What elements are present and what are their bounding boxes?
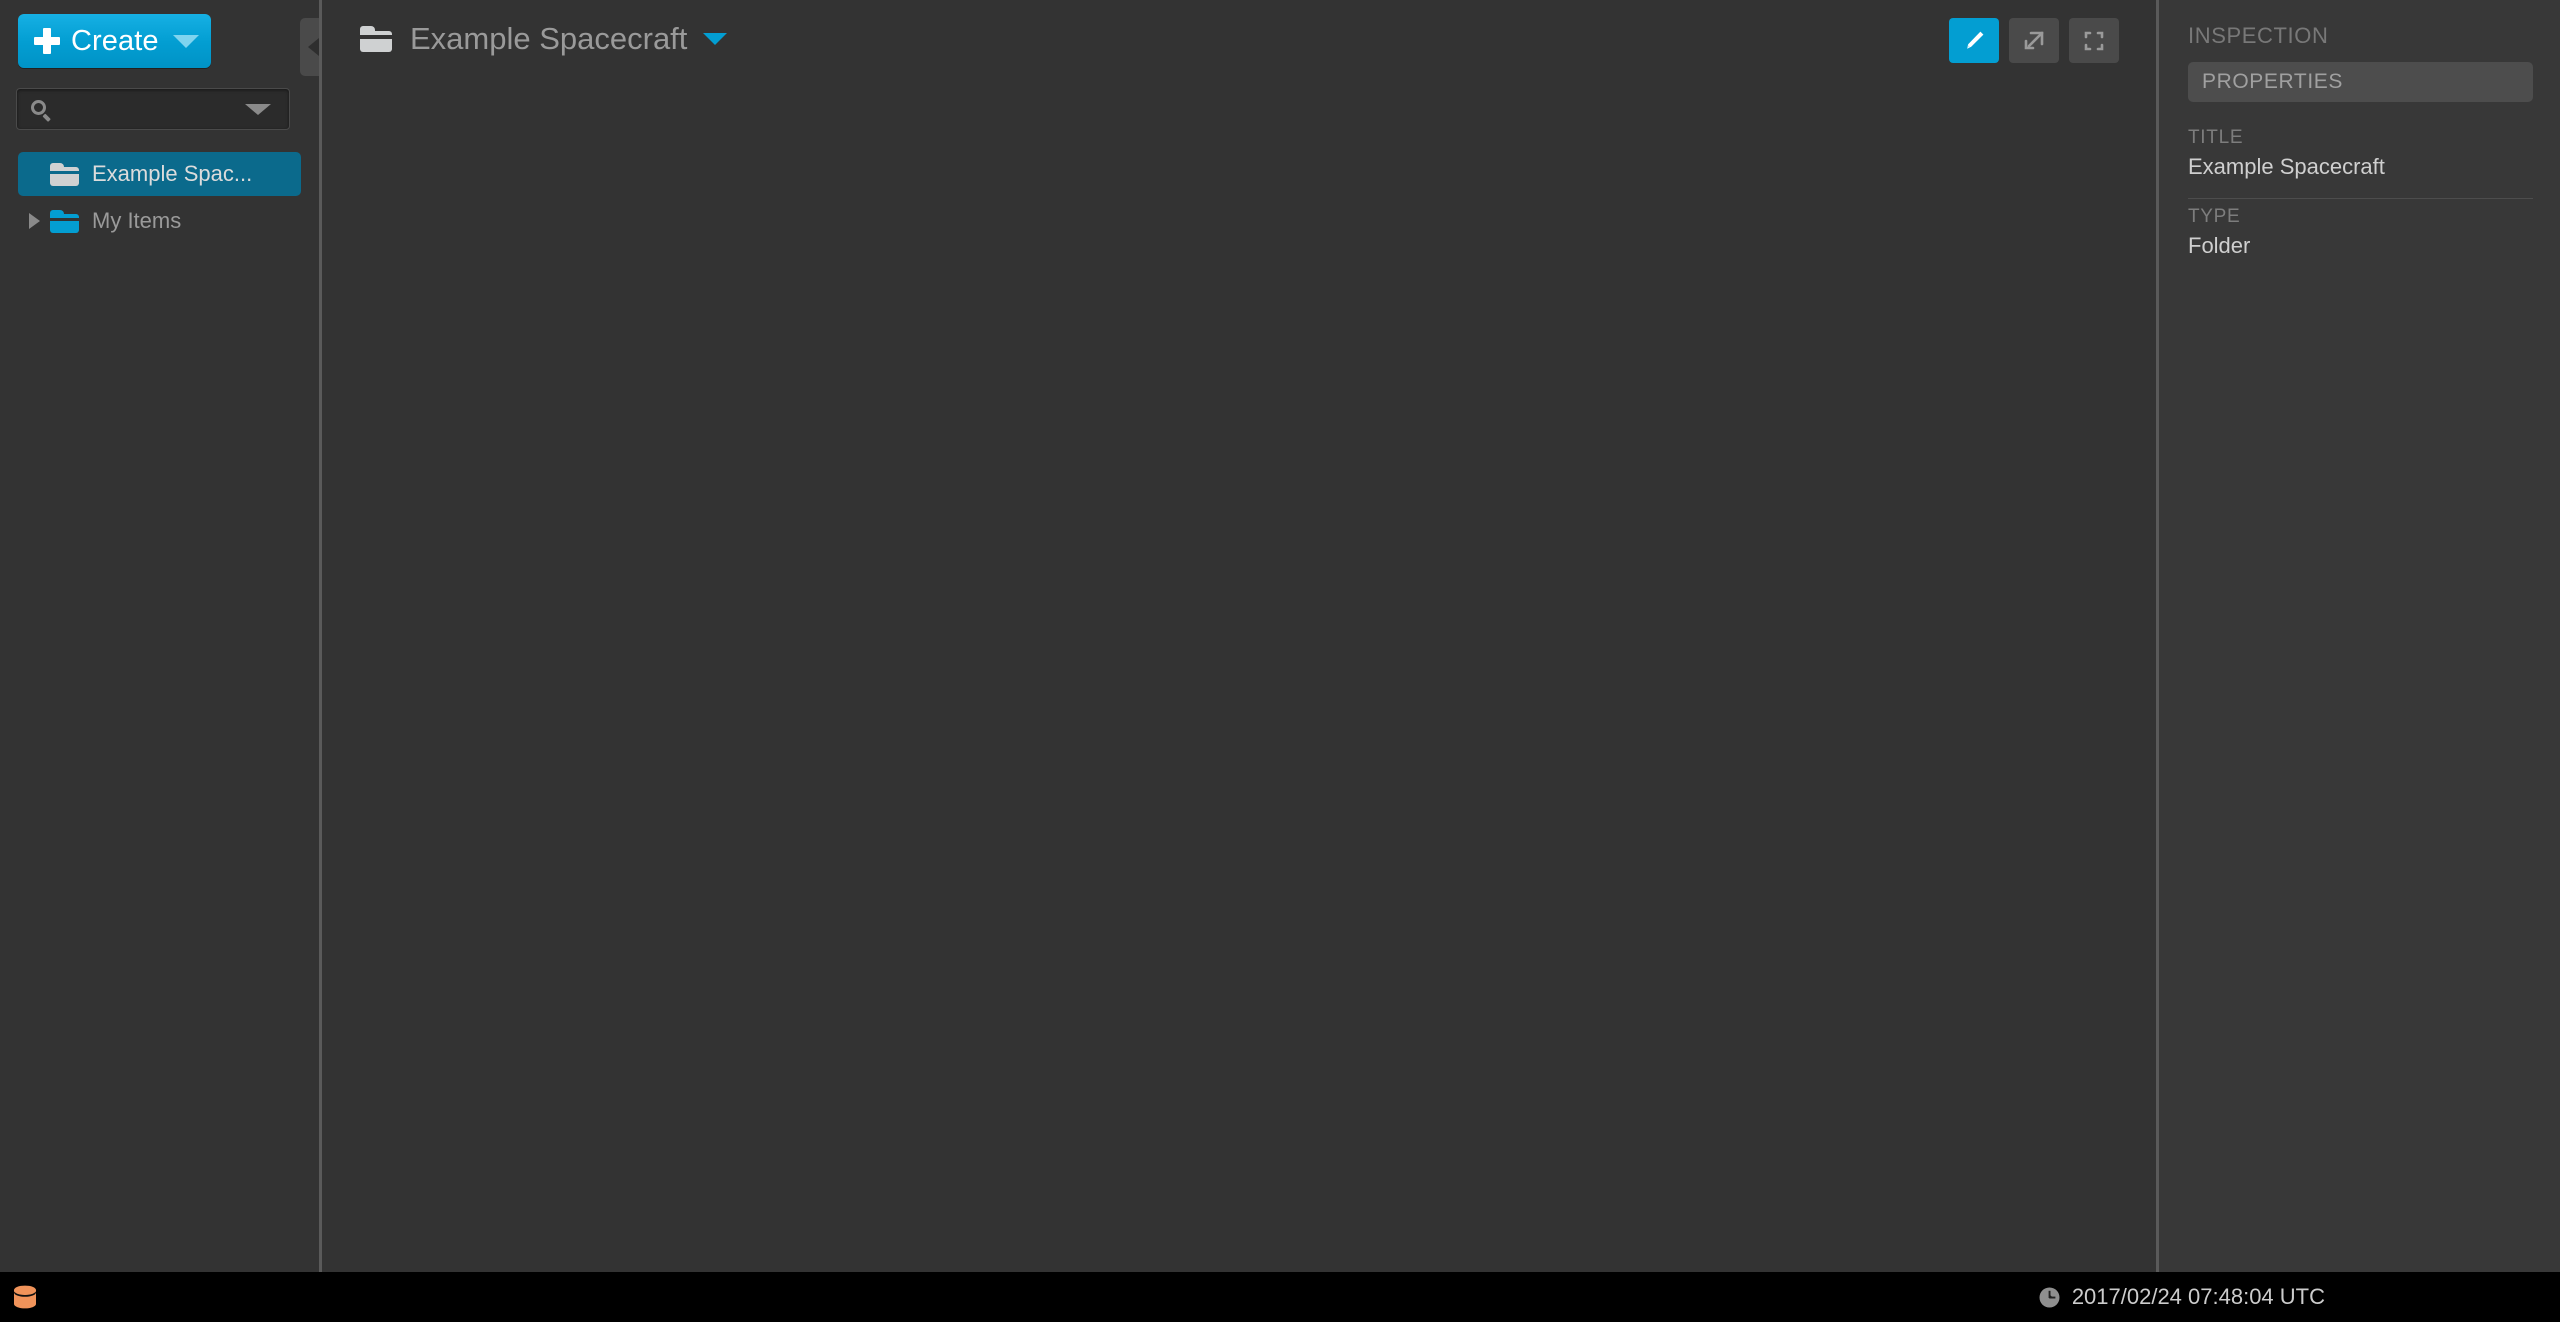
new-window-button[interactable] xyxy=(2009,18,2059,63)
timestamp-indicator: 2017/02/24 07:48:04 UTC xyxy=(2038,1272,2325,1322)
fullscreen-button[interactable] xyxy=(2069,18,2119,63)
tab-properties[interactable]: PROPERTIES xyxy=(2188,62,2533,102)
property-title: TITLE Example Spacecraft xyxy=(2188,127,2533,180)
tree-item-label: My Items xyxy=(92,208,182,233)
plus-icon xyxy=(34,28,60,54)
external-link-icon xyxy=(2024,31,2044,49)
chevron-down-icon[interactable] xyxy=(245,103,271,115)
clock-icon xyxy=(2039,1287,2060,1307)
timestamp-text: 2017/02/24 07:48:04 UTC xyxy=(2071,1284,2325,1309)
property-key: TITLE xyxy=(2188,127,2244,148)
chevron-down-icon[interactable] xyxy=(703,33,728,45)
main-content-area: Example Spacecraft xyxy=(322,0,2156,1272)
expand-arrow-icon[interactable] xyxy=(24,213,44,229)
tree-item-label: Example Spac... xyxy=(92,161,253,186)
search-icon xyxy=(31,99,51,122)
breadcrumb: Example Spacecraft xyxy=(322,0,2156,78)
view-toolbar xyxy=(1949,18,2119,63)
database-icon[interactable] xyxy=(12,1285,38,1309)
create-button-label: Create xyxy=(71,24,159,57)
chevron-down-icon xyxy=(172,34,199,48)
create-button[interactable]: Create xyxy=(18,14,211,68)
search-field[interactable] xyxy=(16,88,290,130)
property-separator xyxy=(2188,198,2533,199)
folder-icon xyxy=(360,26,392,52)
tree-view: Example Spac... My Items xyxy=(0,152,319,246)
property-type: TYPE Folder xyxy=(2188,206,2533,259)
status-bar: 2017/02/24 07:48:04 UTC xyxy=(0,1272,2560,1322)
expand-arrow-icon xyxy=(24,166,44,182)
property-value: Folder xyxy=(2188,233,2251,258)
property-key: TYPE xyxy=(2188,206,2241,227)
tree-item-my-items[interactable]: My Items xyxy=(18,199,301,243)
pencil-icon xyxy=(1967,31,1984,49)
inspection-panel: INSPECTION PROPERTIES TITLE Example Spac… xyxy=(2159,0,2560,1272)
folder-icon xyxy=(50,162,79,186)
inspection-header: INSPECTION xyxy=(2188,23,2329,48)
property-value: Example Spacecraft xyxy=(2188,154,2385,179)
expand-icon xyxy=(2084,31,2104,50)
sidebar: Create Example Spac... My Items xyxy=(0,0,319,1272)
tree-item-example-spacecraft[interactable]: Example Spac... xyxy=(18,152,301,196)
page-title: Example Spacecraft xyxy=(410,21,688,56)
application-window: Create Example Spac... My Items Example … xyxy=(0,0,2560,1322)
folder-icon xyxy=(50,209,79,233)
tab-properties-label: PROPERTIES xyxy=(2202,70,2343,93)
search-input[interactable] xyxy=(58,98,245,120)
edit-button[interactable] xyxy=(1949,18,1999,63)
